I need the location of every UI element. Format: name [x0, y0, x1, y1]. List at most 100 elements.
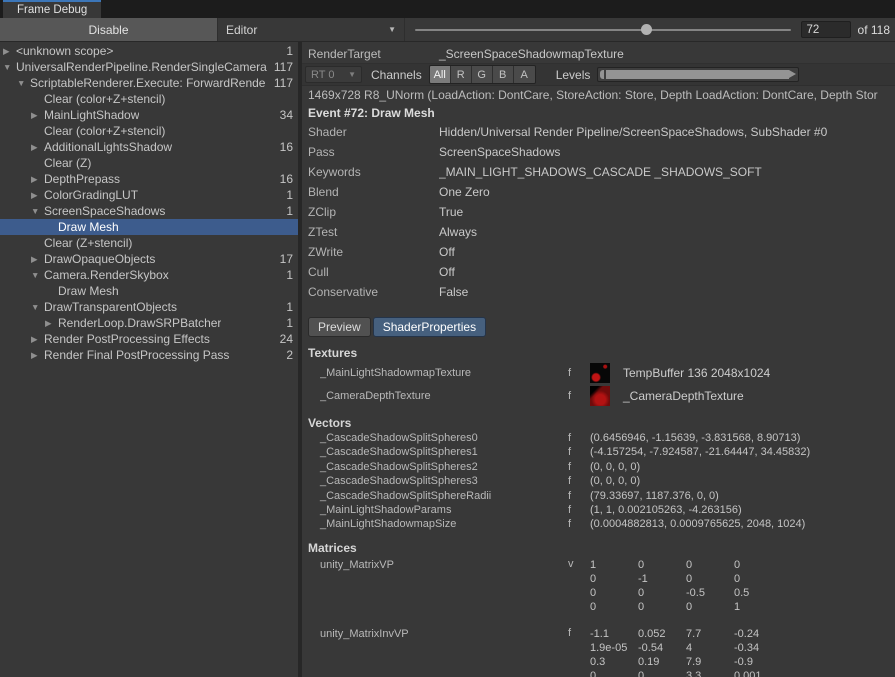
texture-row: _CameraDepthTexture f _CameraDepthTextur… [302, 384, 895, 407]
vector-row: _CascadeShadowSplitSpheres2f(0, 0, 0, 0) [302, 460, 895, 474]
foldout-closed-icon[interactable] [45, 315, 58, 331]
channel-r-button[interactable]: R [451, 66, 472, 83]
foldout-closed-icon[interactable] [31, 139, 44, 155]
tree-item[interactable]: RenderLoop.DrawSRPBatcher1 [0, 315, 298, 331]
levels-minmax-slider[interactable] [597, 67, 799, 82]
tab-preview[interactable]: Preview [308, 317, 371, 337]
vector-row: _CascadeShadowSplitSpheres1f(-4.157254, … [302, 445, 895, 459]
property-row: ZWriteOff [302, 242, 895, 262]
property-row: ZClipTrue [302, 202, 895, 222]
matrices-section-title: Matrices [302, 541, 895, 556]
tree-item[interactable]: UniversalRenderPipeline.RenderSingleCame… [0, 59, 298, 75]
matrix-values: 1000 0-100 00-0.50.5 0001 [590, 558, 782, 614]
chevron-down-icon: ▼ [348, 70, 356, 79]
tab-strip: Frame Debug [0, 0, 895, 18]
foldout-open-icon[interactable] [31, 203, 44, 219]
tree-item[interactable]: DrawOpaqueObjects17 [0, 251, 298, 267]
vector-row: _CascadeShadowSplitSphereRadiif(79.33697… [302, 489, 895, 503]
target-dropdown-value: Editor [226, 23, 257, 37]
property-row: Keywords_MAIN_LIGHT_SHADOWS_CASCADE _SHA… [302, 162, 895, 182]
render-target-value: _ScreenSpaceShadowmapTexture [439, 47, 624, 61]
foldout-closed-icon[interactable] [3, 43, 16, 59]
property-row: ConservativeFalse [302, 282, 895, 302]
vector-row: _CascadeShadowSplitSpheres0f(0.6456946, … [302, 431, 895, 445]
foldout-open-icon[interactable] [31, 299, 44, 315]
levels-max-handle[interactable] [789, 70, 796, 78]
event-detail-panel: RenderTarget _ScreenSpaceShadowmapTextur… [302, 42, 895, 677]
tree-item-selected[interactable]: Draw Mesh [0, 219, 298, 235]
frame-slider-track [415, 29, 791, 31]
tree-item[interactable]: DrawTransparentObjects1 [0, 299, 298, 315]
tree-item[interactable]: Render Final PostProcessing Pass2 [0, 347, 298, 363]
tree-item[interactable]: Render PostProcessing Effects24 [0, 331, 298, 347]
frame-slider[interactable] [413, 18, 793, 41]
tree-item[interactable]: MainLightShadow34 [0, 107, 298, 123]
property-row: BlendOne Zero [302, 182, 895, 202]
render-target-format: 1469x728 R8_UNorm (LoadAction: DontCare,… [302, 87, 895, 104]
chevron-down-icon: ▼ [388, 25, 396, 34]
matrix-row: unity_MatrixVP v 1000 0-100 00-0.50.5 00… [302, 558, 895, 614]
tree-item[interactable]: Clear (Z) [0, 155, 298, 171]
property-row: ZTestAlways [302, 222, 895, 242]
levels-fill [606, 70, 789, 79]
channel-a-button[interactable]: A [514, 66, 535, 83]
tree-item[interactable]: DepthPrepass16 [0, 171, 298, 187]
vector-row: _MainLightShadowmapSizef(0.0004882813, 0… [302, 517, 895, 531]
vector-row: _MainLightShadowParamsf(1, 1, 0.00210526… [302, 503, 895, 517]
depth-texture-thumbnail[interactable] [590, 386, 610, 406]
foldout-closed-icon[interactable] [31, 251, 44, 267]
vector-row: _CascadeShadowSplitSpheres3f(0, 0, 0, 0) [302, 474, 895, 488]
channel-b-button[interactable]: B [493, 66, 514, 83]
foldout-closed-icon[interactable] [31, 187, 44, 203]
frame-total-label: of 118 [858, 23, 895, 37]
tree-item[interactable]: ColorGradingLUT1 [0, 187, 298, 203]
channel-buttons: All R G B A [429, 65, 536, 84]
tree-item[interactable]: Clear (color+Z+stencil) [0, 123, 298, 139]
texture-row: _MainLightShadowmapTexture f TempBuffer … [302, 361, 895, 384]
foldout-closed-icon[interactable] [31, 107, 44, 123]
tree-item[interactable]: Draw Mesh [0, 283, 298, 299]
foldout-open-icon[interactable] [31, 267, 44, 283]
render-target-row: RenderTarget _ScreenSpaceShadowmapTextur… [302, 44, 895, 63]
foldout-closed-icon[interactable] [31, 331, 44, 347]
event-properties: ShaderHidden/Universal Render Pipeline/S… [302, 122, 895, 302]
rt-index-value: RT 0 [311, 69, 334, 81]
channel-g-button[interactable]: G [472, 66, 493, 83]
foldout-closed-icon[interactable] [31, 171, 44, 187]
channel-all-button[interactable]: All [430, 66, 451, 83]
tree-item[interactable]: ScreenSpaceShadows1 [0, 203, 298, 219]
frame-slider-handle[interactable] [641, 24, 652, 35]
tree-item[interactable]: AdditionalLightsShadow16 [0, 139, 298, 155]
matrix-values: -1.10.0527.7-0.24 1.9e-05-0.544-0.34 0.3… [590, 627, 782, 677]
tree-item[interactable]: ScriptableRenderer.Execute: ForwardRende… [0, 75, 298, 91]
shadowmap-texture-thumbnail[interactable] [590, 363, 610, 383]
disable-button[interactable]: Disable [0, 18, 218, 41]
frame-debugger-window: Frame Debug Disable Editor ▼ of 118 <unk… [0, 0, 895, 677]
event-tree: <unknown scope>1 UniversalRenderPipeline… [0, 42, 298, 677]
foldout-open-icon[interactable] [17, 75, 30, 91]
main-split: <unknown scope>1 UniversalRenderPipeline… [0, 42, 895, 677]
render-target-label: RenderTarget [308, 47, 439, 61]
property-row: ShaderHidden/Universal Render Pipeline/S… [302, 122, 895, 142]
vectors-section-title: Vectors [302, 416, 895, 431]
frame-number-field[interactable] [801, 21, 851, 38]
preview-tabs: Preview ShaderProperties [308, 317, 895, 337]
tree-item[interactable]: Clear (color+Z+stencil) [0, 91, 298, 107]
event-title: Event #72: Draw Mesh [302, 104, 895, 122]
tree-item[interactable]: <unknown scope>1 [0, 43, 298, 59]
toolbar: Disable Editor ▼ of 118 [0, 18, 895, 42]
rt-index-dropdown[interactable]: RT 0 ▼ [305, 66, 362, 83]
matrix-row: unity_MatrixInvVP f -1.10.0527.7-0.24 1.… [302, 627, 895, 677]
render-target-controls: RT 0 ▼ Channels All R G B A Levels [302, 63, 895, 86]
tree-item[interactable]: Camera.RenderSkybox1 [0, 267, 298, 283]
target-dropdown[interactable]: Editor ▼ [218, 18, 405, 41]
foldout-closed-icon[interactable] [31, 347, 44, 363]
tab-frame-debug[interactable]: Frame Debug [3, 0, 101, 18]
tree-item[interactable]: Clear (Z+stencil) [0, 235, 298, 251]
foldout-open-icon[interactable] [3, 59, 16, 75]
tab-shader-properties[interactable]: ShaderProperties [373, 317, 486, 337]
levels-label: Levels [556, 68, 591, 82]
levels-min-handle[interactable] [600, 70, 604, 79]
channels-label: Channels [371, 68, 422, 82]
textures-section-title: Textures [302, 346, 895, 361]
